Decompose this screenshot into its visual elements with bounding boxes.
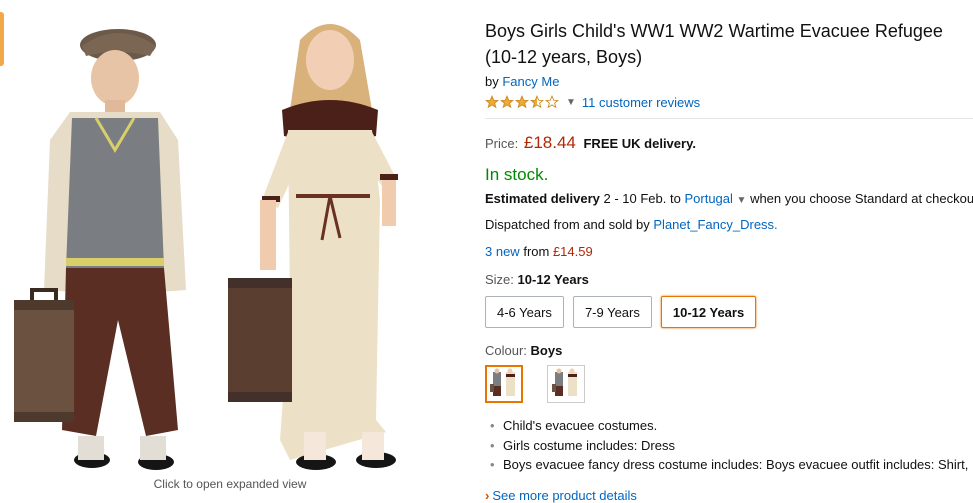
star-icon: [545, 95, 559, 109]
colour-label: Colour: Boys: [485, 343, 973, 358]
feature-bullet: Boys evacuee fancy dress costume include…: [485, 455, 973, 475]
size-label-text: Size:: [485, 272, 514, 287]
by-prefix: by: [485, 74, 499, 89]
country-name[interactable]: Portugal: [684, 191, 732, 206]
rating-row: ▼ 11 customer reviews: [485, 92, 973, 112]
dispatched-prefix: Dispatched from and sold by: [485, 217, 650, 232]
see-more-details[interactable]: › See more product details: [485, 488, 973, 503]
price-amount: £18.44: [523, 133, 576, 152]
byline: by Fancy Me: [485, 74, 973, 89]
from-price: £14.59: [552, 244, 593, 259]
see-more-link[interactable]: See more product details: [492, 488, 637, 503]
colour-swatch-boys[interactable]: [485, 365, 523, 403]
product-title: Boys Girls Child's WW1 WW2 Wartime Evacu…: [485, 18, 973, 70]
star-icon: [500, 95, 514, 109]
delivery-suffix: when you choose Standard at checkout: [750, 191, 973, 206]
colour-swatch-girls[interactable]: [547, 365, 585, 403]
rating-dropdown-caret-icon[interactable]: ▼: [566, 97, 576, 108]
chevron-down-icon[interactable]: ▼: [737, 195, 747, 206]
star-icon: [530, 95, 544, 109]
delivery-to: to: [670, 191, 681, 206]
from-text: from: [523, 244, 550, 259]
dispatched-info: Dispatched from and sold by Planet_Fancy…: [485, 217, 973, 232]
swatch-thumbnail-icon: [552, 368, 577, 396]
delivery-label: Estimated delivery: [485, 191, 600, 206]
price-label: Price:: [485, 136, 519, 151]
size-options: 4-6 Years 7-9 Years 10-12 Years: [485, 296, 973, 328]
colour-label-text: Colour:: [485, 343, 527, 358]
delivery-estimate: Estimated delivery 2 - 10 Feb. to Portug…: [485, 191, 973, 206]
size-option-4-6[interactable]: 4-6 Years: [485, 296, 564, 328]
size-selected: 10-12 Years: [517, 272, 589, 287]
new-offers-link[interactable]: 3 new: [485, 244, 520, 259]
product-image-area[interactable]: Click to open expanded view: [0, 0, 470, 501]
seller-link[interactable]: Planet_Fancy_Dress.: [653, 217, 777, 232]
title-line-2: (10-12 years, Boys): [485, 47, 643, 67]
star-icon: [515, 95, 529, 109]
feature-bullet: Girls costume includes: Dress: [485, 436, 973, 456]
boy-figure: [14, 29, 186, 470]
size-option-10-12[interactable]: 10-12 Years: [660, 296, 757, 328]
country-selector[interactable]: Portugal ▼: [684, 191, 746, 206]
chevron-right-icon: ›: [485, 487, 490, 503]
product-info: Boys Girls Child's WW1 WW2 Wartime Evacu…: [485, 18, 973, 503]
delivery-dates: 2 - 10 Feb.: [603, 191, 667, 206]
colour-selected: Boys: [530, 343, 563, 358]
size-option-7-9[interactable]: 7-9 Years: [572, 296, 652, 328]
star-rating[interactable]: [485, 95, 560, 109]
girl-figure: [228, 24, 398, 470]
divider: [485, 118, 973, 119]
stock-status: In stock.: [485, 165, 549, 184]
free-delivery-note: FREE UK delivery.: [583, 136, 696, 151]
price-row: Price: £18.44 FREE UK delivery.: [485, 133, 973, 153]
star-icon: [485, 95, 499, 109]
customer-reviews-link[interactable]: 11 customer reviews: [582, 95, 700, 110]
size-label: Size: 10-12 Years: [485, 272, 973, 287]
title-line-1: Boys Girls Child's WW1 WW2 Wartime Evacu…: [485, 21, 943, 41]
new-offers: 3 new from £14.59: [485, 244, 973, 259]
swatch-thumbnail-icon: [490, 368, 515, 396]
colour-swatches: [485, 365, 973, 403]
brand-link[interactable]: Fancy Me: [502, 74, 559, 89]
product-image[interactable]: [0, 0, 470, 475]
feature-bullets: Child's evacuee costumes. Girls costume …: [485, 416, 973, 475]
image-caption: Click to open expanded view: [153, 477, 307, 491]
feature-bullet: Child's evacuee costumes.: [485, 416, 973, 436]
